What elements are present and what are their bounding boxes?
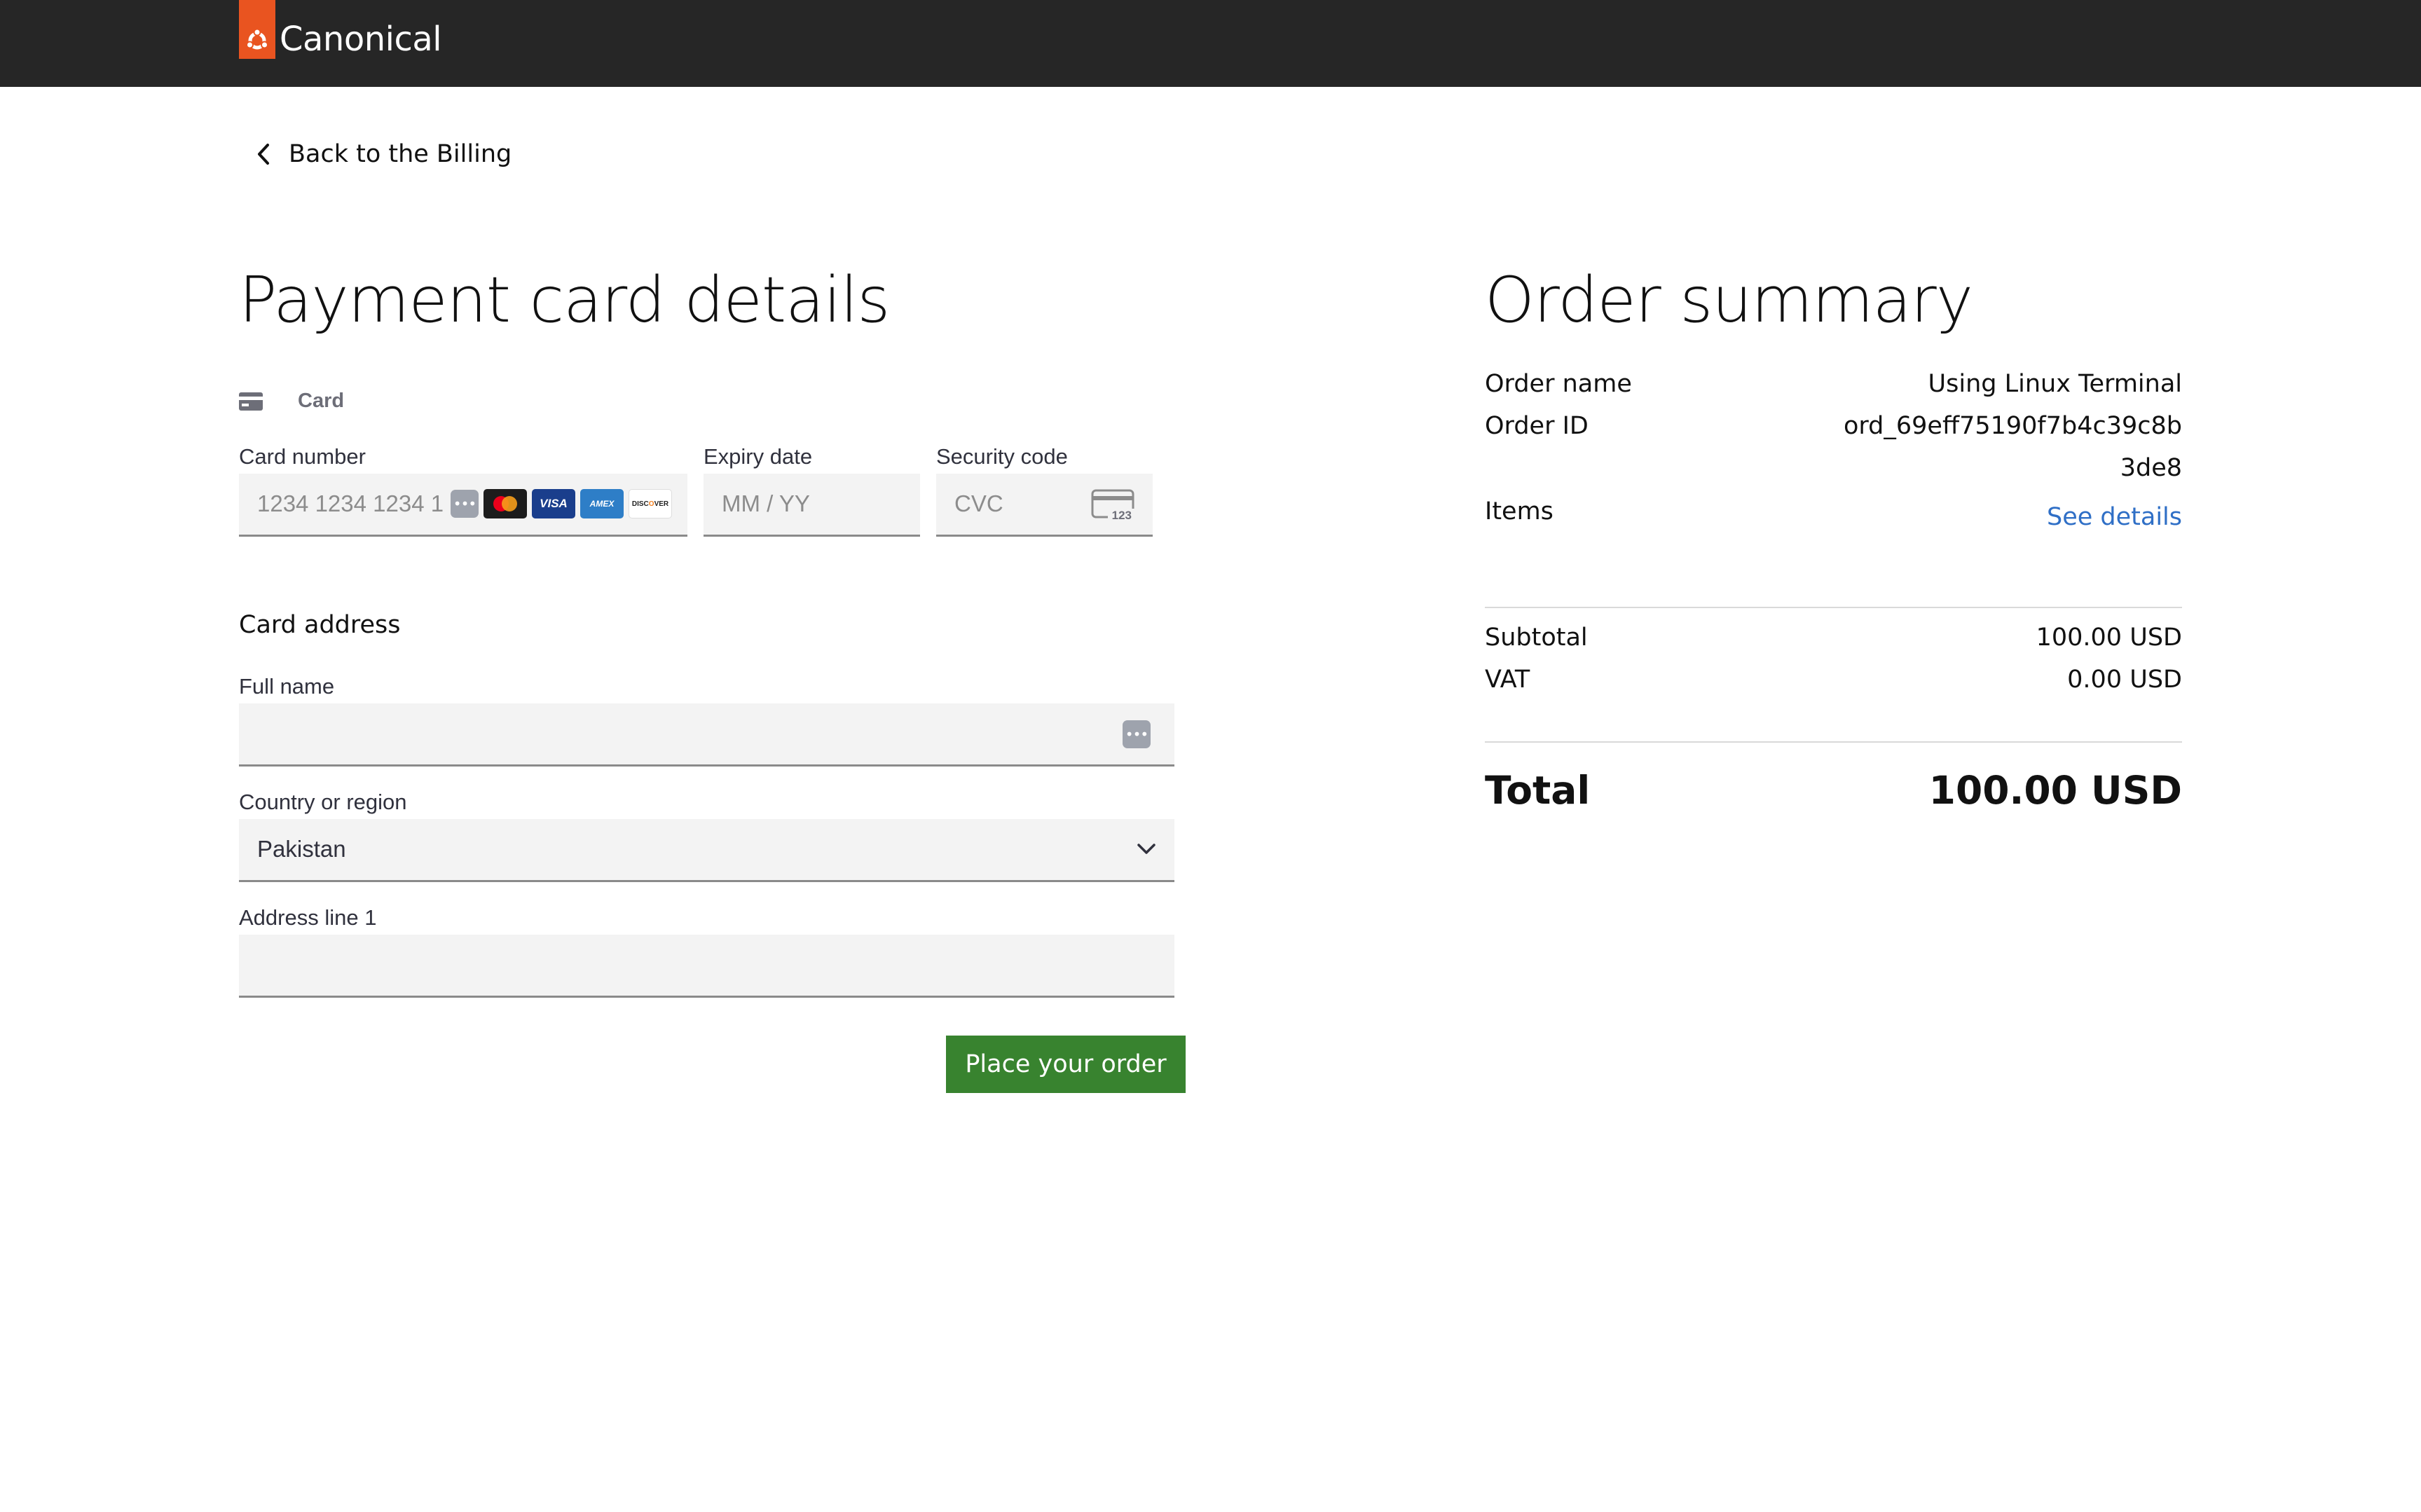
country-value: Pakistan <box>257 836 346 862</box>
full-name-input[interactable]: ••• <box>239 703 1174 767</box>
see-details-link[interactable]: See details <box>2047 503 2182 531</box>
country-label: Country or region <box>239 790 407 814</box>
discover-text-b: VER <box>654 500 669 508</box>
card-number-label: Card number <box>239 444 366 469</box>
order-id-label: Order ID <box>1485 412 1589 440</box>
total-label: Total <box>1485 768 1591 813</box>
expiry-input[interactable]: MM / YY <box>704 474 920 537</box>
discover-text-o: O <box>648 500 654 508</box>
vat-label: VAT <box>1485 666 1530 694</box>
total-value: 100.00 USD <box>1928 768 2182 813</box>
address-line1-label: Address line 1 <box>239 905 377 930</box>
cvc-placeholder: CVC <box>954 490 1003 516</box>
total-row: Total 100.00 USD <box>1485 768 2182 817</box>
summary-divider <box>1485 607 2182 608</box>
mastercard-icon <box>483 489 527 518</box>
autofill-icon[interactable]: ••• <box>1123 720 1151 748</box>
security-code-input[interactable]: CVC 123 <box>936 474 1153 537</box>
top-navigation-bar: Canonical <box>0 0 2421 87</box>
order-summary-title: Order summary <box>1485 263 1973 337</box>
autofill-icon[interactable]: ••• <box>451 490 479 518</box>
card-number-input[interactable]: 1234 1234 1234 14 ••• VISA AMEX DISCOVER <box>239 474 687 537</box>
card-brands: ••• VISA AMEX DISC O VER <box>446 489 672 518</box>
credit-card-icon <box>239 392 263 411</box>
discover-text-a: DISC <box>631 500 649 508</box>
cvc-icon-text: 123 <box>1112 509 1132 521</box>
country-select[interactable]: Pakistan <box>239 819 1174 882</box>
order-id-line1: ord_69eff75190f7b4c39c8b <box>1843 412 2182 440</box>
place-order-button[interactable]: Place your order <box>946 1036 1186 1093</box>
amex-icon: AMEX <box>580 489 624 518</box>
vat-row: VAT 0.00 USD <box>1485 666 2182 701</box>
vat-value: 0.00 USD <box>2067 666 2182 694</box>
subtotal-value: 100.00 USD <box>2036 624 2182 652</box>
expiry-placeholder: MM / YY <box>722 490 810 516</box>
order-id-value: ord_69eff75190f7b4c39c8b 3de8 <box>1844 405 2182 489</box>
full-name-label: Full name <box>239 674 335 699</box>
order-name-label: Order name <box>1485 370 1632 398</box>
back-to-billing-link[interactable]: Back to the Billing <box>256 136 512 172</box>
chevron-down-icon <box>1137 844 1155 854</box>
items-label: Items <box>1485 497 1554 525</box>
cvc-card-icon: 123 <box>1091 489 1134 521</box>
order-id-row: Order ID ord_69eff75190f7b4c39c8b 3de8 <box>1485 412 2182 489</box>
order-name-row: Order name Using Linux Terminal <box>1485 370 2182 405</box>
security-code-label: Security code <box>936 444 1068 469</box>
brand-name[interactable]: Canonical <box>280 20 442 59</box>
back-link-label: Back to the Billing <box>289 140 512 168</box>
canonical-logo-tag[interactable] <box>239 0 275 59</box>
order-id-line2: 3de8 <box>2120 454 2182 482</box>
payment-title: Payment card details <box>239 263 890 337</box>
items-row: Items See details <box>1485 497 2182 532</box>
card-address-heading: Card address <box>239 611 401 639</box>
order-name-value: Using Linux Terminal <box>1928 370 2182 398</box>
ubuntu-circle-icon <box>246 28 268 50</box>
card-number-placeholder-text: 1234 1234 1234 1 <box>257 490 444 516</box>
subtotal-label: Subtotal <box>1485 624 1588 652</box>
card-payment-tab[interactable]: Card <box>239 390 344 413</box>
address-line1-input[interactable] <box>239 935 1174 998</box>
expiry-label: Expiry date <box>704 444 813 469</box>
card-tab-label: Card <box>298 390 345 412</box>
visa-icon: VISA <box>532 489 575 518</box>
subtotal-row: Subtotal 100.00 USD <box>1485 624 2182 659</box>
chevron-left-icon <box>258 144 269 165</box>
total-divider <box>1485 741 2182 743</box>
discover-icon: DISC O VER <box>629 489 672 518</box>
